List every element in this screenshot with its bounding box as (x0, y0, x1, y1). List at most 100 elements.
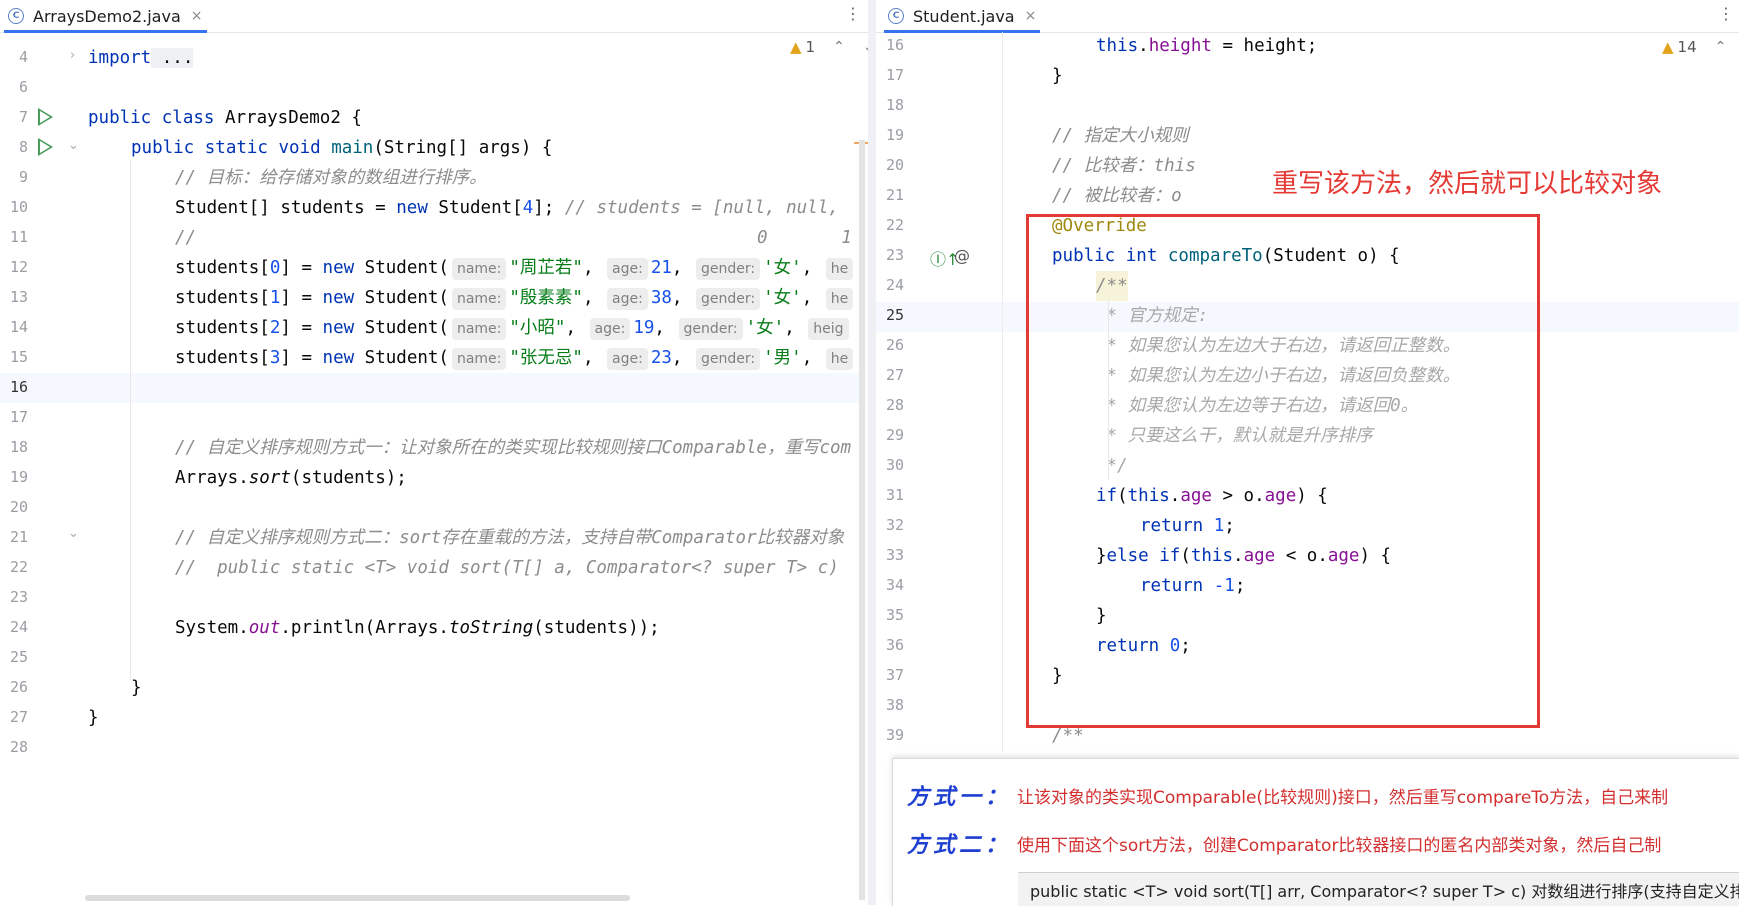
warning-count: 1 (805, 38, 816, 56)
horizontal-scrollbar[interactable] (85, 895, 630, 901)
code-text: students[ (175, 318, 270, 338)
code-line-student-2[interactable]: students[2] = new Student(name: "小昭", age… (175, 313, 852, 343)
param-hint-gender: gender: (696, 348, 761, 370)
line-number: 6 (18, 78, 28, 96)
line-number: 34 (885, 576, 904, 594)
code-line-r19[interactable]: // 指定大小规则 (1052, 121, 1189, 151)
param-hint-name: name: (451, 288, 507, 310)
code-line-9[interactable]: // 目标：给存储对象的数组进行排序。 (175, 163, 487, 193)
line-number: 28 (9, 738, 28, 756)
code-line-4[interactable]: import ... (88, 43, 194, 73)
tab-arraysdemo2[interactable]: C ArraysDemo2.java × (4, 0, 207, 33)
line-number: 38 (885, 696, 904, 714)
left-tab-bar: C ArraysDemo2.java × ⋮ (0, 0, 868, 33)
code-line-11[interactable]: //0 1 (175, 223, 852, 253)
param-hint-name: name: (451, 258, 507, 280)
warning-indicator[interactable]: ▲ 1 ⌃ ⌄ (790, 38, 868, 56)
line-number: 15 (9, 348, 28, 366)
param-hint-age: age: (589, 318, 631, 340)
line-number: 17 (885, 66, 904, 84)
line-number: 30 (885, 456, 904, 474)
warning-indicator[interactable]: ▲ 14 ⌃ (1662, 38, 1726, 56)
line-number: 22 (9, 558, 28, 576)
param-hint-name: name: (451, 318, 507, 340)
code-line-r20[interactable]: // 比较者：this (1052, 151, 1196, 181)
active-tab-indicator (884, 30, 1041, 33)
code-line-10[interactable]: Student[] students = new Student[4]; // … (175, 193, 839, 223)
close-icon[interactable]: × (1025, 8, 1037, 24)
line-number: 28 (885, 396, 904, 414)
line-number: 24 (9, 618, 28, 636)
code-line-26[interactable]: } (131, 673, 142, 703)
tab-options-icon[interactable]: ⋮ (845, 4, 861, 23)
line-number: 10 (9, 198, 28, 216)
run-main-icon[interactable] (38, 138, 53, 156)
param-hint-age: age: (607, 258, 648, 280)
line-number: 7 (18, 108, 28, 126)
close-icon[interactable]: × (191, 8, 203, 24)
line-number: 23 (9, 588, 28, 606)
fold-chevron-icon[interactable]: ⌄ (68, 526, 79, 541)
vertical-scrollbar[interactable] (859, 140, 865, 900)
method-one-text: 让该对象的类实现Comparable(比较规则)接口，然后重写compareTo… (1017, 787, 1669, 808)
line-number: 16 (885, 36, 904, 54)
code-line-19[interactable]: Arrays.sort(students); (175, 463, 407, 493)
line-number: 18 (9, 438, 28, 456)
chevron-up-icon[interactable]: ⌃ (1715, 39, 1727, 55)
code-line-student-1[interactable]: students[1] = new Student(name: "殷素素", ag… (175, 283, 856, 313)
indent-guide (130, 160, 131, 680)
code-line-27[interactable]: } (88, 703, 99, 733)
code-line-8[interactable]: public static void main(String[] args) { (131, 133, 552, 163)
param-hint-height: heig (808, 318, 849, 340)
highlight-box (1026, 214, 1540, 728)
warning-icon: ▲ (1662, 38, 1674, 56)
method-one-label: 方式一： (907, 785, 1012, 810)
line-number: 33 (885, 546, 904, 564)
line-number: 37 (885, 666, 904, 684)
param-hint-name: name: (451, 348, 507, 370)
tab-options-icon[interactable]: ⋮ (1718, 4, 1734, 23)
java-class-icon: C (8, 8, 24, 24)
method-two-label: 方式二： (907, 833, 1012, 858)
line-number: 31 (885, 486, 904, 504)
code-line-r16[interactable]: this.height = height; (1096, 31, 1317, 61)
line-number: 27 (885, 366, 904, 384)
code-line-21[interactable]: // 自定义排序规则方式二：sort存在重载的方法，支持自带Comparator… (175, 523, 844, 553)
code-line-18[interactable]: // 自定义排序规则方式一：让对象所在的类实现比较规则接口Comparable，… (175, 433, 851, 463)
line-number: 22 (885, 216, 904, 234)
warning-count: 14 (1677, 38, 1697, 56)
param-hint-gender: gender: (696, 258, 761, 280)
line-number: 14 (9, 318, 28, 336)
code-line-r17[interactable]: } (1052, 61, 1063, 91)
param-hint-gender: gender: (678, 318, 743, 340)
gutter-separator (1002, 32, 1003, 752)
code-line-r21[interactable]: // 被比较者：o (1052, 181, 1182, 211)
line-number: 29 (885, 426, 904, 444)
code-line-24[interactable]: System.out.println(Arrays.toString(stude… (175, 613, 660, 643)
code-line-22[interactable]: // public static <T> void sort(T[] a, Co… (175, 553, 839, 583)
annotation-icon[interactable]: @ (954, 246, 970, 265)
line-number: 21 (885, 186, 904, 204)
run-class-icon[interactable] (38, 108, 53, 126)
param-hint-height: he (825, 348, 854, 370)
java-class-icon: C (888, 8, 904, 24)
fold-chevron-icon[interactable]: ⌄ (68, 138, 79, 153)
callout-text: 重写该方法，然后就可以比较对象 (1272, 169, 1663, 199)
line-number: 19 (9, 468, 28, 486)
line-number: 25 (885, 306, 904, 324)
line-number: 19 (885, 126, 904, 144)
chevron-up-icon[interactable]: ⌃ (833, 39, 845, 55)
code-text: students[ (175, 288, 270, 308)
fold-arrow-icon[interactable]: › (70, 48, 75, 63)
line-number: 17 (9, 408, 28, 426)
code-line-student-3[interactable]: students[3] = new Student(name: "张无忌", ag… (175, 343, 856, 373)
line-number: 39 (885, 726, 904, 744)
tab-label: Student.java (913, 6, 1015, 26)
tab-label: ArraysDemo2.java (33, 6, 181, 26)
line-number: 26 (9, 678, 28, 696)
line-number: 20 (885, 156, 904, 174)
pane-splitter[interactable] (868, 0, 876, 905)
code-line-student-0[interactable]: students[0] = new Student(name: "周芷若", ag… (175, 253, 856, 283)
code-line-7[interactable]: public class ArraysDemo2 { (88, 103, 362, 133)
tab-student[interactable]: C Student.java × (884, 0, 1041, 33)
